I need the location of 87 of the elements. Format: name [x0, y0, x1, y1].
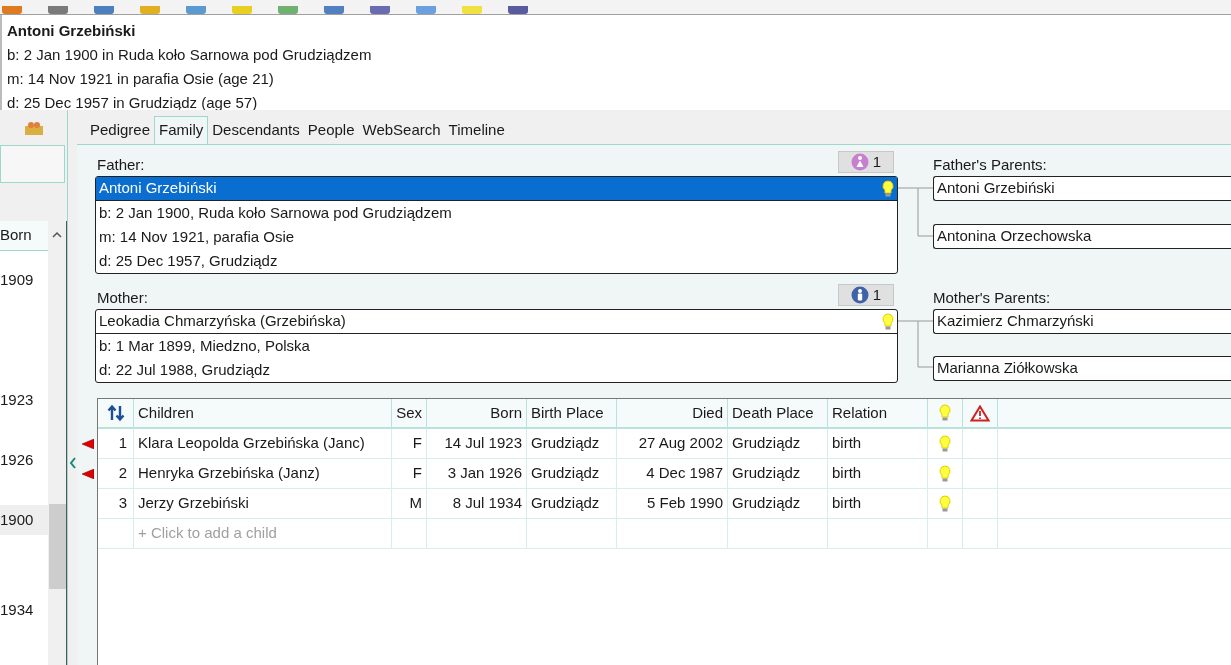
column-header[interactable]: Relation	[828, 399, 928, 427]
family-icon[interactable]	[23, 119, 44, 136]
column-header[interactable]: Died	[617, 399, 728, 427]
chevron-left-icon[interactable]	[68, 455, 77, 470]
toolbar-icon[interactable]	[2, 6, 22, 14]
toolbar-icon[interactable]	[416, 6, 436, 14]
person-name: Antoni Grzebiński	[7, 21, 137, 41]
scrollbar-thumb[interactable]	[48, 504, 66, 589]
tab[interactable]: Family	[154, 116, 209, 144]
table-cell[interactable]: 5 Feb 1990	[617, 489, 728, 518]
table-cell[interactable]: birth	[828, 459, 928, 488]
column-header[interactable]: Death Place	[728, 399, 828, 427]
scrollbar[interactable]	[48, 221, 66, 665]
section-label: Father's Parents:	[933, 154, 1048, 175]
person-name-row[interactable]: Leokadia Chmarzyńska (Grzebińska)	[96, 310, 897, 334]
toolbar-icon[interactable]	[94, 6, 114, 14]
list-cell[interactable]: 1934	[0, 595, 48, 625]
warning-icon	[970, 404, 990, 422]
table-cell[interactable]: F	[392, 459, 427, 488]
table-cell[interactable]: Grudziądz	[527, 459, 617, 488]
column-header[interactable]: Birth Place	[527, 399, 617, 427]
row-number: 2	[98, 459, 134, 488]
toolbar-icon[interactable]	[186, 6, 206, 14]
fact-line: d: 22 Jul 1988, Grudziądz	[98, 359, 271, 380]
list-cell[interactable]: 1923	[0, 385, 48, 415]
table-cell[interactable]: Henryka Grzebińska (Janz)	[134, 459, 392, 488]
person-name-row[interactable]: Antoni Grzebiński	[96, 177, 897, 201]
row-number: 3	[98, 489, 134, 518]
toolbar-icon[interactable]	[48, 6, 68, 14]
count-badge[interactable]: 1	[837, 284, 894, 306]
count-badge[interactable]: 1	[837, 151, 894, 173]
toolbar-icon[interactable]	[324, 6, 344, 14]
list-cell[interactable]: 1900	[0, 505, 48, 535]
fact-line: m: 14 Nov 1921, parafia Osie	[98, 226, 296, 247]
toolbar-icon[interactable]	[508, 6, 528, 14]
table-cell[interactable]: 3 Jan 1926	[427, 459, 527, 488]
table-cell[interactable]: birth	[828, 429, 928, 458]
person-card[interactable]: Leokadia Chmarzyńska (Grzebińska) b: 1 Mar 1899, Miedzno, Polska d: 22 Jul 1988, Grudziądz	[95, 309, 898, 383]
table-cell[interactable]: birth	[828, 489, 928, 518]
summary-line: m: 14 Nov 1921 in parafia Osie (age 21)	[7, 69, 275, 89]
table-cell[interactable]: Grudziądz	[728, 489, 828, 518]
table-cell[interactable]: Grudziądz	[527, 429, 617, 458]
section-label: Mother:	[96, 287, 148, 308]
toolbar-icon[interactable]	[232, 6, 252, 14]
table-cell[interactable]: Klara Leopolda Grzebińska (Janc)	[134, 429, 392, 458]
parent-card[interactable]: Marianna Ziółkowska	[933, 356, 1231, 381]
summary-line: b: 2 Jan 1900 in Ruda koło Sarnowa pod Grudziądzem	[7, 45, 373, 65]
section-label: Mother's Parents:	[933, 287, 1052, 308]
tab[interactable]: Descendants	[208, 116, 304, 144]
table-cell[interactable]: Grudziądz	[527, 489, 617, 518]
tab[interactable]: Pedigree	[86, 116, 155, 144]
section-label: Father:	[96, 154, 145, 175]
tab[interactable]: People	[303, 116, 359, 144]
toolbar-icon[interactable]	[370, 6, 390, 14]
parent-card[interactable]: Kazimierz Chmarzyński	[933, 309, 1231, 334]
table-cell[interactable]: Grudziądz	[728, 429, 828, 458]
column-header[interactable]: Born	[427, 399, 527, 427]
row-number: 1	[98, 429, 134, 458]
toolbar-icon[interactable]	[140, 6, 160, 14]
tab[interactable]: WebSearch	[358, 116, 445, 144]
summary-line: d: 25 Dec 1957 in Grudziądz (age 57)	[7, 93, 259, 113]
toolbar-icon[interactable]	[278, 6, 298, 14]
fact-line: b: 2 Jan 1900, Ruda koło Sarnowa pod Grudziądzem	[98, 202, 453, 223]
column-header[interactable]: Children	[134, 399, 392, 427]
tab[interactable]: Timeline	[444, 116, 509, 144]
table-cell[interactable]: 27 Aug 2002	[617, 429, 728, 458]
list-cell[interactable]: 1909	[0, 265, 48, 295]
table-cell[interactable]: 14 Jul 1923	[427, 429, 527, 458]
scroll-up-icon[interactable]	[52, 231, 62, 239]
table-cell[interactable]: M	[392, 489, 427, 518]
parent-card[interactable]: Antonina Orzechowska	[933, 224, 1231, 249]
column-header[interactable]: Sex	[392, 399, 427, 427]
person-icon	[850, 153, 869, 171]
table-cell[interactable]: 4 Dec 1987	[617, 459, 728, 488]
person-card[interactable]: Antoni Grzebiński b: 2 Jan 1900, Ruda koło Sarnowa pod Grudziądzem m: 14 Nov 1921, parafia Osie d: 25 Dec 1957, Grudziądz	[95, 176, 898, 274]
table-cell[interactable]: F	[392, 429, 427, 458]
table-cell[interactable]: 8 Jul 1934	[427, 489, 527, 518]
fact-line: d: 25 Dec 1957, Grudziądz	[98, 250, 279, 271]
table-cell[interactable]: Jerzy Grzebiński	[134, 489, 392, 518]
toolbar-icon[interactable]	[462, 6, 482, 14]
lightbulb-icon	[939, 404, 951, 422]
column-header[interactable]: Born	[0, 221, 48, 251]
parent-card[interactable]: Antoni Grzebiński	[933, 176, 1231, 201]
fact-line: b: 1 Mar 1899, Miedzno, Polska	[98, 335, 311, 356]
table-cell[interactable]: Grudziądz	[728, 459, 828, 488]
list-cell[interactable]: 1926	[0, 445, 48, 475]
person-icon	[850, 286, 869, 304]
